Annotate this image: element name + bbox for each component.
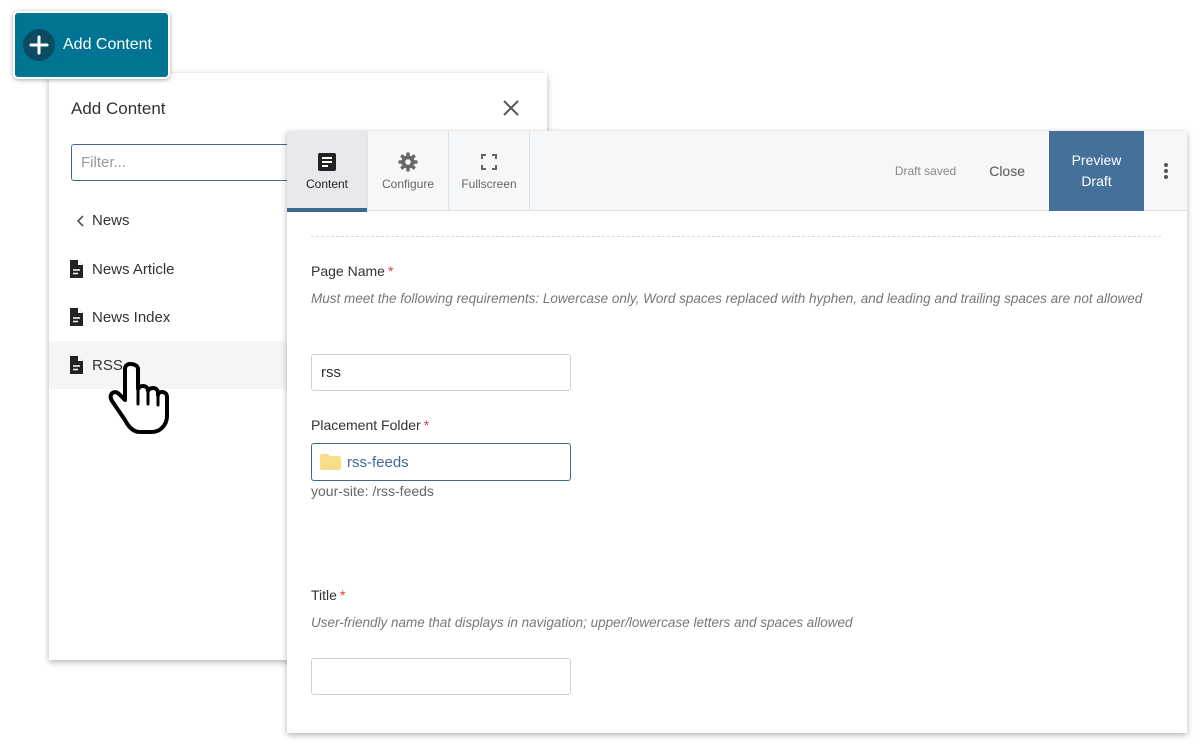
document-icon <box>318 152 336 171</box>
placement-folder-value: rss-feeds <box>347 453 409 471</box>
document-icon <box>70 308 83 326</box>
document-icon <box>70 260 83 278</box>
tab-label: Fullscreen <box>461 176 517 191</box>
label-text: Page Name <box>311 263 385 279</box>
tab-fullscreen[interactable]: Fullscreen <box>449 131 530 211</box>
tab-label: Configure <box>381 176 435 191</box>
required-marker: * <box>387 263 394 279</box>
draft-status: Draft saved <box>894 164 957 178</box>
list-item-label: News Index <box>92 308 171 326</box>
fullscreen-icon <box>481 153 497 170</box>
title-help: User-friendly name that displays in navi… <box>311 615 853 630</box>
folder-icon <box>320 454 341 470</box>
title-input[interactable] <box>311 658 571 695</box>
add-content-button-label: Add Content <box>63 36 152 53</box>
more-options-button[interactable] <box>1144 131 1187 211</box>
page-name-help: Must meet the following requirements: Lo… <box>311 291 1143 306</box>
page-name-input[interactable] <box>311 354 571 391</box>
back-link-news[interactable]: News <box>75 212 130 229</box>
placement-folder-path: your-site: /rss-feeds <box>311 483 434 499</box>
document-icon <box>70 356 83 374</box>
preview-draft-button[interactable]: Preview Draft <box>1049 131 1144 211</box>
required-marker: * <box>339 587 346 603</box>
editor-panel: Content Configure Fullscreen Draft saved… <box>287 131 1187 733</box>
tab-configure[interactable]: Configure <box>368 131 449 211</box>
label-text: Title <box>311 587 337 603</box>
list-item-label: News Article <box>92 260 175 278</box>
placement-folder-input[interactable]: rss-feeds <box>311 443 571 481</box>
close-button[interactable]: Close <box>989 163 1025 179</box>
kebab-menu-icon <box>1163 163 1168 179</box>
label-text: Placement Folder <box>311 417 421 433</box>
title-label: Title * <box>311 587 345 603</box>
panel-title: Add Content <box>71 99 166 118</box>
editor-toolbar: Content Configure Fullscreen Draft saved… <box>287 131 1187 212</box>
hand-pointer-icon <box>108 362 169 434</box>
back-link-label: News <box>92 212 130 229</box>
preview-label-line2: Draft <box>1081 173 1112 189</box>
page-name-label: Page Name * <box>311 263 393 279</box>
placement-folder-label: Placement Folder * <box>311 417 429 433</box>
divider <box>311 236 1161 237</box>
required-marker: * <box>423 417 430 433</box>
chevron-left-icon <box>76 214 84 227</box>
preview-label-line1: Preview <box>1071 152 1122 168</box>
gear-icon <box>398 152 418 171</box>
close-icon[interactable] <box>501 98 521 118</box>
plus-icon <box>23 29 55 61</box>
tab-label: Content <box>305 176 349 191</box>
tab-content[interactable]: Content <box>287 131 368 212</box>
add-content-button[interactable]: Add Content <box>13 11 170 79</box>
